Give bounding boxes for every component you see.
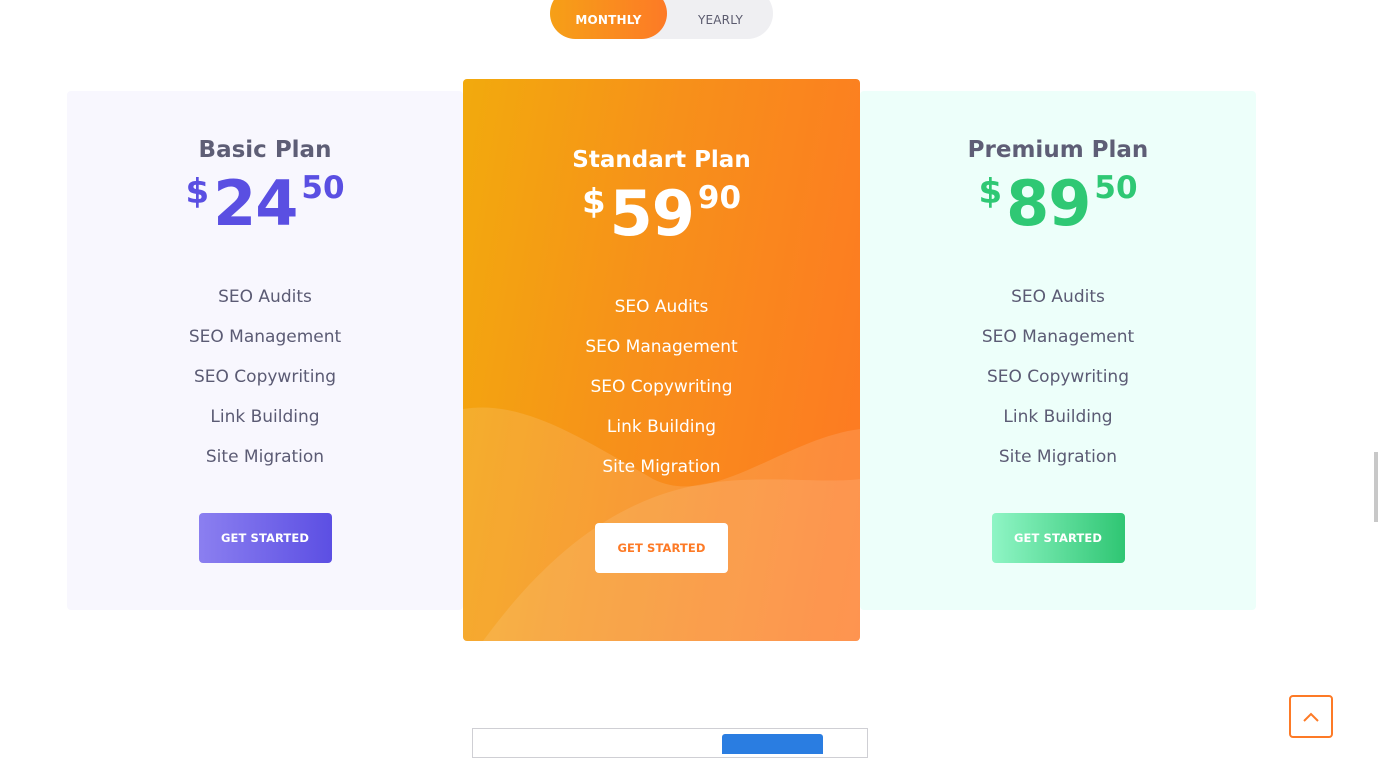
plan-title: Premium Plan [967,137,1149,163]
currency-symbol: $ [185,172,210,212]
feature-item: Link Building [210,407,320,427]
get-started-button-premium[interactable]: GET STARTED [991,513,1125,563]
pricing-card-standard: Standart Plan $ 59 90 SEO Audits SEO Man… [463,79,860,641]
plan-title: Standart Plan [572,147,751,173]
price-cents: 50 [301,170,345,206]
plan-title: Basic Plan [198,137,332,163]
plan-price: $ 24 50 [67,173,463,235]
price-main: 24 [213,167,298,240]
feature-item: SEO Copywriting [590,377,733,397]
back-to-top-button[interactable] [1289,695,1333,738]
get-started-button-standard[interactable]: GET STARTED [595,523,728,573]
plan-price: $ 89 50 [860,173,1256,235]
feature-item: Link Building [1003,407,1113,427]
currency-symbol: $ [581,182,606,222]
price-main: 59 [609,177,695,250]
feature-item: SEO Audits [218,287,312,307]
price-cents: 90 [697,180,742,216]
feature-item: SEO Audits [1011,287,1105,307]
feature-item: SEO Copywriting [986,367,1129,387]
feature-item: SEO Management [585,337,738,357]
chevron-up-icon [1303,712,1319,722]
monthly-toggle-button[interactable]: MONTHLY [550,0,667,39]
subscribe-button[interactable] [722,734,823,754]
feature-item: Site Migration [205,447,325,467]
feature-item: Site Migration [998,447,1118,467]
yearly-toggle-button[interactable]: YEARLY [662,0,779,39]
billing-toggle: MONTHLY YEARLY [550,0,773,39]
feature-list: SEO Audits SEO Management SEO Copywritin… [463,287,860,487]
feature-item: Site Migration [602,457,721,477]
currency-symbol: $ [978,172,1003,212]
feature-list: SEO Audits SEO Management SEO Copywritin… [67,277,463,477]
scrollbar[interactable] [1374,452,1378,522]
feature-item: SEO Audits [614,297,709,317]
feature-list: SEO Audits SEO Management SEO Copywritin… [860,277,1256,477]
feature-item: Link Building [606,417,717,437]
pricing-card-basic: Basic Plan $ 24 50 SEO Audits SEO Manage… [67,91,463,610]
feature-item: SEO Management [188,327,342,347]
feature-item: SEO Copywriting [193,367,336,387]
pricing-card-premium: Premium Plan $ 89 50 SEO Audits SEO Mana… [860,91,1256,610]
plan-price: $ 59 90 [463,183,860,245]
price-cents: 50 [1094,170,1138,206]
price-main: 89 [1006,167,1091,240]
feature-item: SEO Management [981,327,1135,347]
get-started-button-basic[interactable]: GET STARTED [198,513,332,563]
